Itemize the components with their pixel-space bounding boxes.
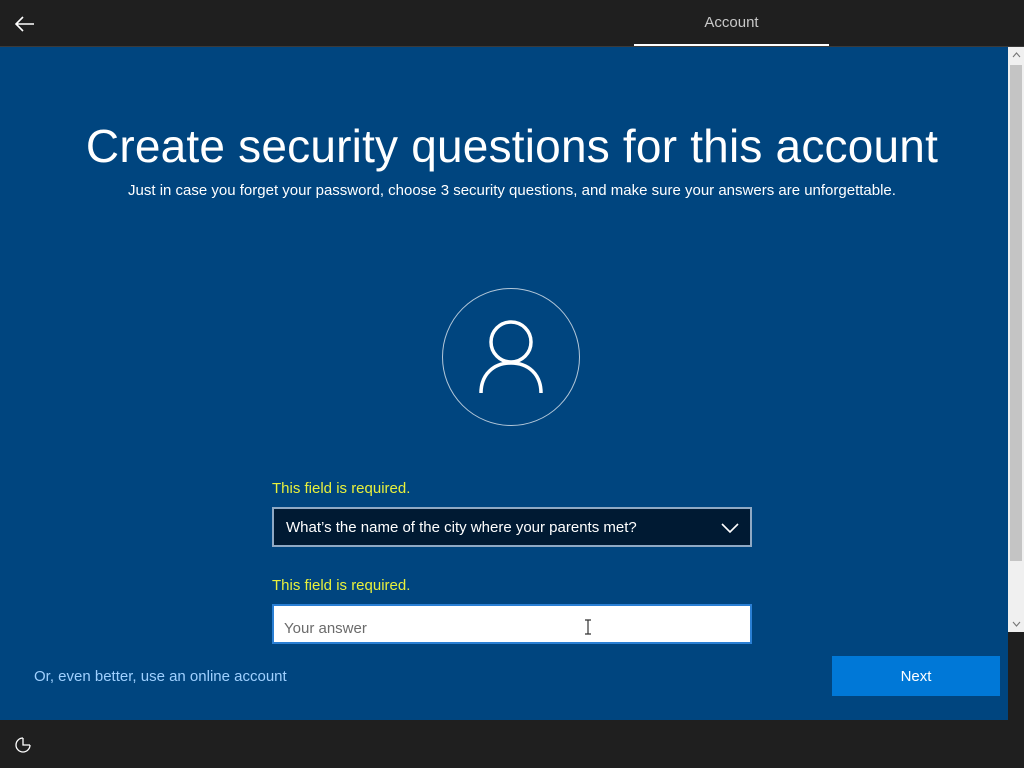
answer-input[interactable] [272,604,752,644]
scroll-thumb[interactable] [1010,65,1022,561]
avatar [442,288,580,426]
text-cursor-icon [585,619,591,635]
back-button[interactable] [10,9,40,39]
top-bar: Account [0,0,1024,47]
scroll-down-button[interactable] [1008,616,1024,632]
bottom-bar [0,720,1024,768]
main-panel: Create security questions for this accou… [0,47,1008,720]
dropdown-selected-value: What’s the name of the city where your p… [286,518,637,536]
answer-error: This field is required. [272,577,411,594]
oobe-window: Account Create security questions for th… [0,0,1024,768]
online-account-link[interactable]: Or, even better, use an online account [34,668,287,685]
vertical-scrollbar[interactable] [1008,47,1024,632]
chevron-down-small-icon [1012,621,1020,627]
user-icon [479,320,543,394]
chevron-down-icon [721,523,739,534]
security-question-dropdown[interactable]: What’s the name of the city where your p… [272,507,752,547]
page-title: Create security questions for this accou… [85,120,939,172]
ease-of-access-icon[interactable] [14,736,32,754]
next-button[interactable]: Next [832,656,1000,696]
tab-account[interactable]: Account [634,0,829,46]
question-error: This field is required. [272,480,411,497]
page-subtitle: Just in case you forget your password, c… [128,182,896,199]
back-arrow-icon [15,16,34,32]
scroll-up-button[interactable] [1008,47,1024,63]
chevron-up-icon [1012,52,1020,58]
